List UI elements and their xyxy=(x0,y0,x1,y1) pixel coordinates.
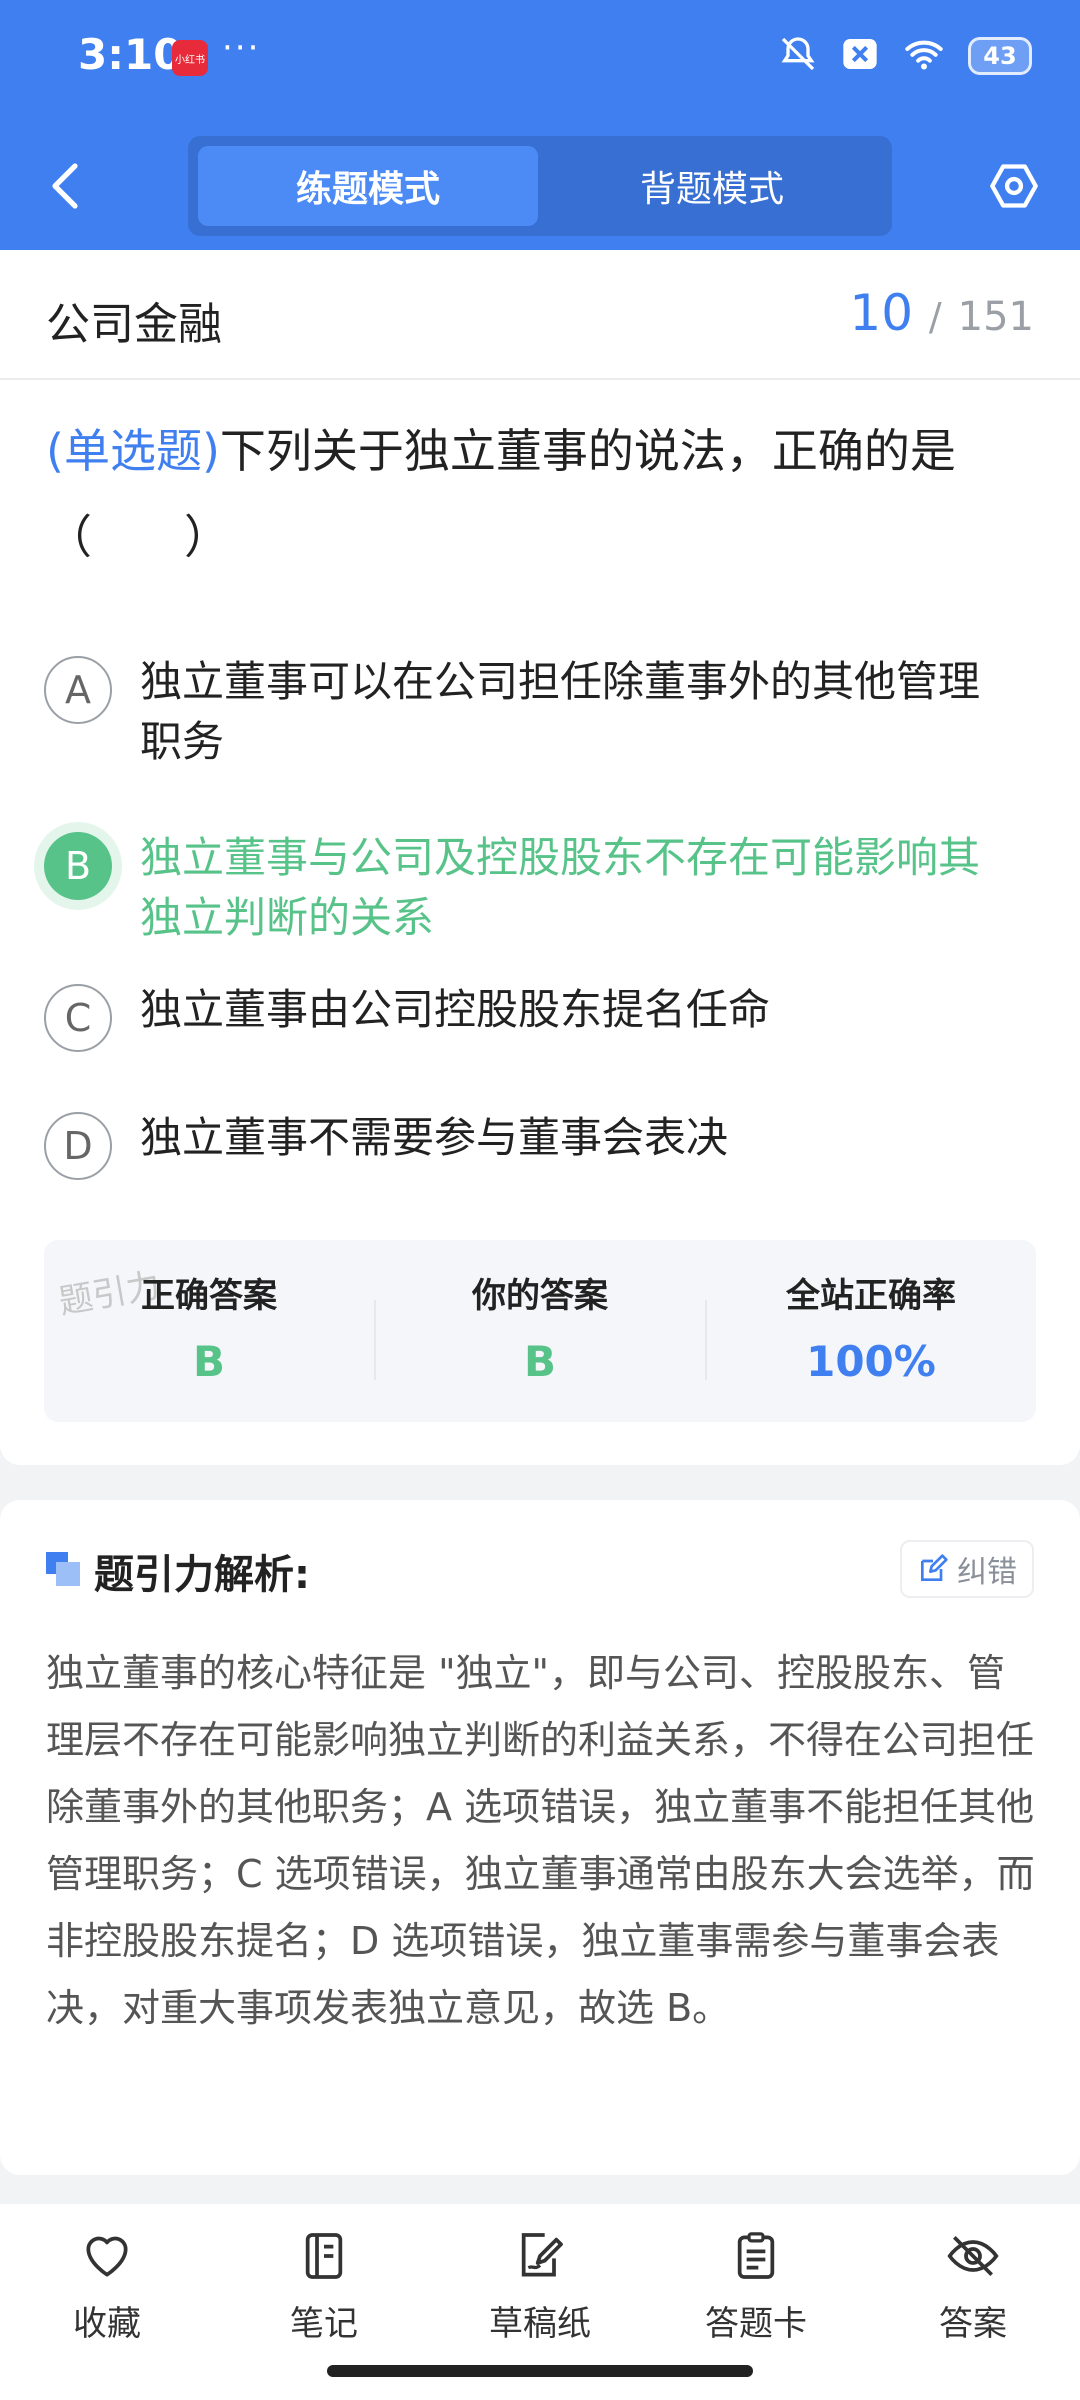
nav-favorite[interactable]: 收藏 xyxy=(17,2226,197,2345)
option-text: 独立董事与公司及控股股东不存在可能影响其独立判断的关系 xyxy=(140,833,981,942)
nav-label: 答题卡 xyxy=(705,2304,807,2344)
nav-answer[interactable]: 答案 xyxy=(883,2226,1063,2345)
status-icons: 43 xyxy=(778,34,1032,78)
tab-review-mode[interactable]: 背题模式 xyxy=(542,146,882,226)
nav-notes[interactable]: 笔记 xyxy=(234,2226,414,2345)
option-b[interactable]: B 独立董事与公司及控股股东不存在可能影响其独立判断的关系 xyxy=(44,828,1044,948)
status-time: 3:10 xyxy=(78,30,183,79)
status-more-icon: ··· xyxy=(222,28,261,68)
settings-icon xyxy=(990,164,1038,208)
option-letter: B xyxy=(44,832,112,900)
option-letter: D xyxy=(44,1112,112,1180)
question-type: (单选题) xyxy=(46,424,220,478)
mute-icon xyxy=(778,34,818,78)
tab-practice-mode[interactable]: 练题模式 xyxy=(198,146,538,226)
analysis-card: 题引力解析: 纠错 独立董事的核心特征是 "独立"，即与公司、控股股东、管理层不… xyxy=(0,1500,1080,2175)
option-a[interactable]: A 独立董事可以在公司担任除董事外的其他管理职务 xyxy=(44,652,1044,772)
analysis-icon xyxy=(46,1552,80,1586)
divider xyxy=(0,378,1080,380)
question-card: 公司金融 10 / 151 (单选题)下列关于独立董事的说法，正确的是（ ） A… xyxy=(0,250,1080,1465)
settings-button[interactable] xyxy=(984,156,1044,216)
app-header: 3:10 小红书 ··· 43 练题模式 背题模式 xyxy=(0,0,1080,250)
eye-off-icon xyxy=(943,2226,1003,2286)
stat-value: 100% xyxy=(806,1337,936,1386)
chevron-left-icon xyxy=(52,163,78,209)
mode-switch: 练题模式 背题模式 xyxy=(188,136,892,236)
option-text: 独立董事不需要参与董事会表决 xyxy=(140,1113,729,1162)
close-square-icon xyxy=(840,34,880,78)
question-text: (单选题)下列关于独立董事的说法，正确的是（ ） xyxy=(46,408,1036,580)
report-error-button[interactable]: 纠错 xyxy=(900,1540,1034,1598)
report-error-label: 纠错 xyxy=(957,1555,1017,1590)
stat-value: B xyxy=(192,1337,225,1386)
nav-label: 收藏 xyxy=(73,2304,141,2344)
draft-icon xyxy=(510,2226,570,2286)
question-progress: 10 / 151 xyxy=(849,284,1034,342)
answer-card-icon xyxy=(726,2226,786,2286)
stat-label: 你的答案 xyxy=(472,1276,608,1316)
wifi-icon xyxy=(902,34,946,78)
subject-title: 公司金融 xyxy=(46,299,222,350)
analysis-text: 独立董事的核心特征是 "独立"，即与公司、控股股东、管理层不存在可能影响独立判断… xyxy=(46,1651,1035,2030)
stat-value: B xyxy=(523,1337,556,1386)
option-letter: C xyxy=(44,984,112,1052)
analysis-title: 题引力解析: xyxy=(94,1552,310,1598)
notebook-icon xyxy=(294,2226,354,2286)
stat-label: 正确答案 xyxy=(141,1276,277,1316)
option-text: 独立董事可以在公司担任除董事外的其他管理职务 xyxy=(140,657,981,766)
option-letter: A xyxy=(44,656,112,724)
progress-total: 151 xyxy=(957,294,1034,340)
battery-icon: 43 xyxy=(968,37,1032,75)
nav-draft[interactable]: 草稿纸 xyxy=(450,2226,630,2345)
answer-stats: 题引力 正确答案 B 你的答案 B 全站正确率 100% xyxy=(44,1240,1036,1422)
edit-icon xyxy=(921,1554,948,1581)
option-text: 独立董事由公司控股股东提名任命 xyxy=(140,985,771,1034)
home-indicator[interactable] xyxy=(327,2365,753,2377)
stat-label: 全站正确率 xyxy=(786,1276,956,1316)
app-badge-icon: 小红书 xyxy=(172,40,208,76)
stat-accuracy: 全站正确率 100% xyxy=(706,1268,1036,1386)
stat-correct-answer: 正确答案 B xyxy=(44,1268,374,1386)
back-button[interactable] xyxy=(40,156,90,216)
nav-label: 答案 xyxy=(939,2304,1007,2344)
option-d[interactable]: D 独立董事不需要参与董事会表决 xyxy=(44,1108,1044,1180)
option-c[interactable]: C 独立董事由公司控股股东提名任命 xyxy=(44,980,1044,1052)
progress-current: 10 xyxy=(849,284,914,342)
progress-separator: / xyxy=(928,295,942,339)
stat-your-answer: 你的答案 B xyxy=(375,1268,705,1386)
nav-label: 草稿纸 xyxy=(489,2304,591,2344)
heart-icon xyxy=(77,2226,137,2286)
nav-label: 笔记 xyxy=(290,2304,358,2344)
nav-answer-card[interactable]: 答题卡 xyxy=(666,2226,846,2345)
